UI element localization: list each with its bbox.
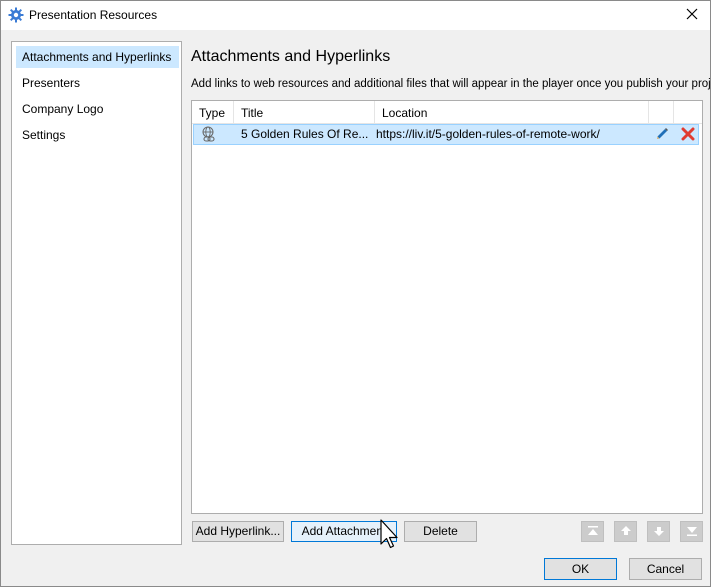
cancel-button[interactable]: Cancel bbox=[629, 558, 702, 580]
move-up-button[interactable] bbox=[614, 521, 637, 542]
sidebar-item-settings[interactable]: Settings bbox=[16, 124, 179, 146]
move-up-icon bbox=[620, 525, 632, 539]
delete-x-icon[interactable] bbox=[680, 126, 698, 145]
column-header-edit bbox=[649, 101, 674, 123]
move-to-bottom-icon bbox=[686, 525, 698, 539]
column-header-type[interactable]: Type bbox=[192, 101, 234, 123]
column-header-delete bbox=[674, 101, 702, 123]
move-to-top-button[interactable] bbox=[581, 521, 604, 542]
close-button[interactable] bbox=[674, 1, 710, 30]
edit-pencil-icon[interactable] bbox=[654, 126, 672, 145]
move-to-top-icon bbox=[587, 525, 599, 539]
section-description: Add links to web resources and additiona… bbox=[191, 78, 711, 90]
table-header: Type Title Location bbox=[192, 101, 702, 124]
add-attachment-button[interactable]: Add Attachment bbox=[291, 521, 397, 542]
row-title: 5 Golden Rules Of Re... bbox=[241, 127, 369, 141]
delete-button[interactable]: Delete bbox=[404, 521, 477, 542]
hyperlink-icon bbox=[201, 126, 219, 145]
move-down-icon bbox=[653, 525, 665, 539]
gear-icon bbox=[8, 7, 24, 23]
column-header-location[interactable]: Location bbox=[375, 101, 649, 123]
table-row[interactable]: 5 Golden Rules Of Re... https://liv.it/5… bbox=[193, 124, 699, 145]
move-down-button[interactable] bbox=[647, 521, 670, 542]
row-location: https://liv.it/5-golden-rules-of-remote-… bbox=[376, 127, 600, 141]
ok-button[interactable]: OK bbox=[544, 558, 617, 580]
attachments-table: Type Title Location 5 Golden Rules Of Re… bbox=[191, 100, 703, 514]
close-icon bbox=[686, 8, 698, 23]
add-hyperlink-button[interactable]: Add Hyperlink... bbox=[192, 521, 284, 542]
title-bar: Presentation Resources bbox=[1, 1, 710, 30]
move-to-bottom-button[interactable] bbox=[680, 521, 703, 542]
sidebar-item-presenters[interactable]: Presenters bbox=[16, 72, 179, 94]
presentation-resources-dialog: Presentation Resources Attachments and H… bbox=[0, 0, 711, 587]
column-header-title[interactable]: Title bbox=[234, 101, 375, 123]
section-title: Attachments and Hyperlinks bbox=[191, 48, 391, 65]
window-title: Presentation Resources bbox=[29, 8, 158, 22]
sidebar-item-attachments-and-hyperlinks[interactable]: Attachments and Hyperlinks bbox=[16, 46, 179, 68]
sidebar-item-company-logo[interactable]: Company Logo bbox=[16, 98, 179, 120]
sidebar-nav: Attachments and Hyperlinks Presenters Co… bbox=[11, 41, 182, 545]
